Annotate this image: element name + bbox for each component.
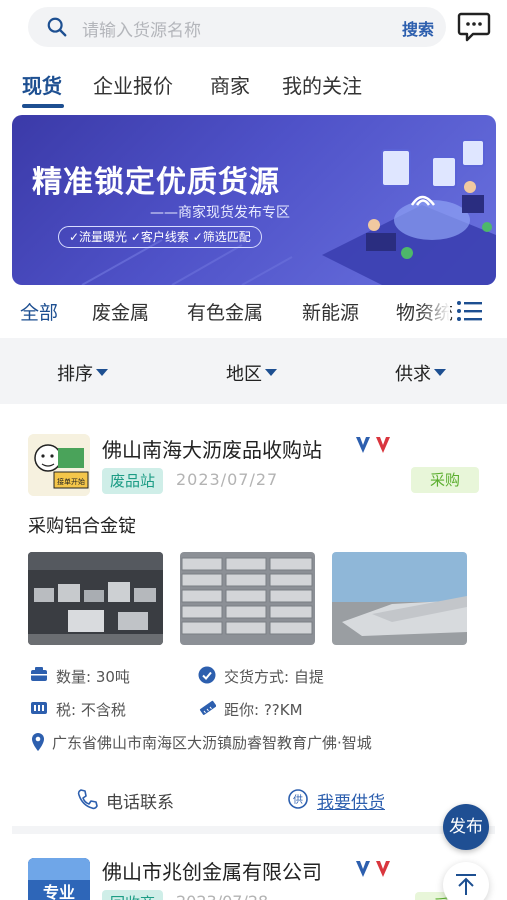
category-tabs: 全部 废金属 有色金属 新能源 物资统 xyxy=(0,292,507,332)
warehouse-photo xyxy=(28,552,163,645)
card-separator xyxy=(12,826,495,834)
listing-card[interactable]: 专业 佛山市兆创金属有限公司 回收商 2023/07/28 采购 xyxy=(0,834,507,900)
listing-title[interactable]: 采购铝合金锭 xyxy=(28,512,136,538)
quantity-text: 数量: 30吨 xyxy=(56,668,130,686)
banner-feature-chips: ✓流量曝光 ✓客户线索 ✓筛选匹配 xyxy=(58,226,262,248)
verified-badge-icon xyxy=(356,861,390,877)
list-menu-icon[interactable] xyxy=(456,300,482,322)
supply-icon: 供 xyxy=(288,789,308,809)
tab-my-follows[interactable]: 我的关注 xyxy=(282,70,362,99)
banner-title: 精准锁定优质货源 xyxy=(32,165,280,200)
avatar[interactable]: 专业 xyxy=(28,858,90,900)
avatar[interactable]: 接单开始 xyxy=(28,434,90,496)
demand-tag: 采购 xyxy=(411,467,479,493)
location-pin-icon xyxy=(32,733,44,751)
search-bar[interactable]: 请输入货源名称 搜索 xyxy=(28,7,446,47)
listing-photo[interactable] xyxy=(332,552,467,645)
ingot-stack-photo xyxy=(180,552,315,645)
search-icon xyxy=(47,17,67,37)
tab-company-quotes[interactable]: 企业报价 xyxy=(93,70,173,99)
category-all[interactable]: 全部 xyxy=(20,298,58,325)
banner-subtitle: ——商家现货发布专区 xyxy=(150,205,290,221)
listing-photo[interactable] xyxy=(180,552,315,645)
publish-button[interactable]: 发布 xyxy=(443,804,489,850)
svg-text:供: 供 xyxy=(293,793,303,806)
check-icon xyxy=(198,666,216,684)
sort-filter-label: 排序 xyxy=(57,364,93,385)
supply-filter-label: 供求 xyxy=(395,364,431,385)
arrow-up-icon xyxy=(456,874,476,895)
search-input[interactable]: 请输入货源名称 xyxy=(82,16,201,41)
category-new-energy[interactable]: 新能源 xyxy=(302,298,359,325)
merchant-type-tag: 回收商 xyxy=(102,890,164,900)
listing-card[interactable]: 接单开始 佛山南海大沥废品收购站 废品站 2023/07/27 采购 采购铝合金… xyxy=(0,404,507,824)
listing-date: 2023/07/27 xyxy=(176,470,279,489)
listing-photos xyxy=(28,552,468,647)
back-to-top-button[interactable] xyxy=(443,862,489,900)
promo-banner[interactable]: 精准锁定优质货源 ——商家现货发布专区 ✓流量曝光 ✓客户线索 ✓筛选匹配 xyxy=(12,115,496,285)
sort-filter[interactable]: 排序 xyxy=(57,360,108,386)
verified-badge-icon xyxy=(356,437,390,453)
avatar-illustration: 接单开始 xyxy=(28,434,90,496)
merchant-type-tag: 废品站 xyxy=(102,468,164,494)
call-label: 电话联系 xyxy=(106,793,174,813)
search-button[interactable]: 搜索 xyxy=(402,16,434,40)
trade-mode-text: 交货方式: 自提 xyxy=(224,668,324,686)
category-nonferrous[interactable]: 有色金属 xyxy=(187,298,263,325)
top-bar: 请输入货源名称 搜索 xyxy=(0,0,507,56)
active-tab-indicator xyxy=(22,104,64,108)
caret-down-icon xyxy=(265,369,277,376)
yard-photo xyxy=(332,552,467,645)
merchant-name[interactable]: 佛山市兆创金属有限公司 xyxy=(102,856,322,885)
listing-date: 2023/07/28 xyxy=(176,892,268,900)
message-icon[interactable] xyxy=(457,9,491,43)
tab-spot[interactable]: 现货 xyxy=(22,70,62,99)
phone-icon xyxy=(77,789,98,810)
category-fade xyxy=(420,292,450,332)
filter-bar: 排序 地区 供求 xyxy=(0,338,507,404)
quantity-icon xyxy=(31,667,47,681)
avatar-text: 接单开始 xyxy=(57,477,85,486)
banner-illustration xyxy=(322,139,496,285)
card-actions: 电话联系 供 我要供货 xyxy=(0,780,507,820)
distance-text: 距你: ??KM xyxy=(224,701,303,719)
main-tabs: 现货 企业报价 商家 我的关注 xyxy=(0,64,507,108)
tax-icon xyxy=(31,702,47,714)
caret-down-icon xyxy=(96,369,108,376)
avatar-illustration: 专业 xyxy=(28,858,90,900)
tab-merchants[interactable]: 商家 xyxy=(210,70,250,99)
region-filter[interactable]: 地区 xyxy=(226,360,277,386)
supply-label: 我要供货 xyxy=(317,793,385,813)
merchant-name[interactable]: 佛山南海大沥废品收购站 xyxy=(102,434,322,463)
address-text: 广东省佛山市南海区大沥镇励睿智教育广佛·智城 xyxy=(52,734,372,752)
avatar-text: 专业 xyxy=(43,883,75,900)
tax-text: 税: 不含税 xyxy=(56,701,126,719)
listing-photo[interactable] xyxy=(28,552,163,645)
region-filter-label: 地区 xyxy=(226,364,262,385)
supply-demand-filter[interactable]: 供求 xyxy=(395,360,446,386)
distance-icon xyxy=(199,700,216,715)
category-scrap-metal[interactable]: 废金属 xyxy=(92,298,149,325)
caret-down-icon xyxy=(434,369,446,376)
